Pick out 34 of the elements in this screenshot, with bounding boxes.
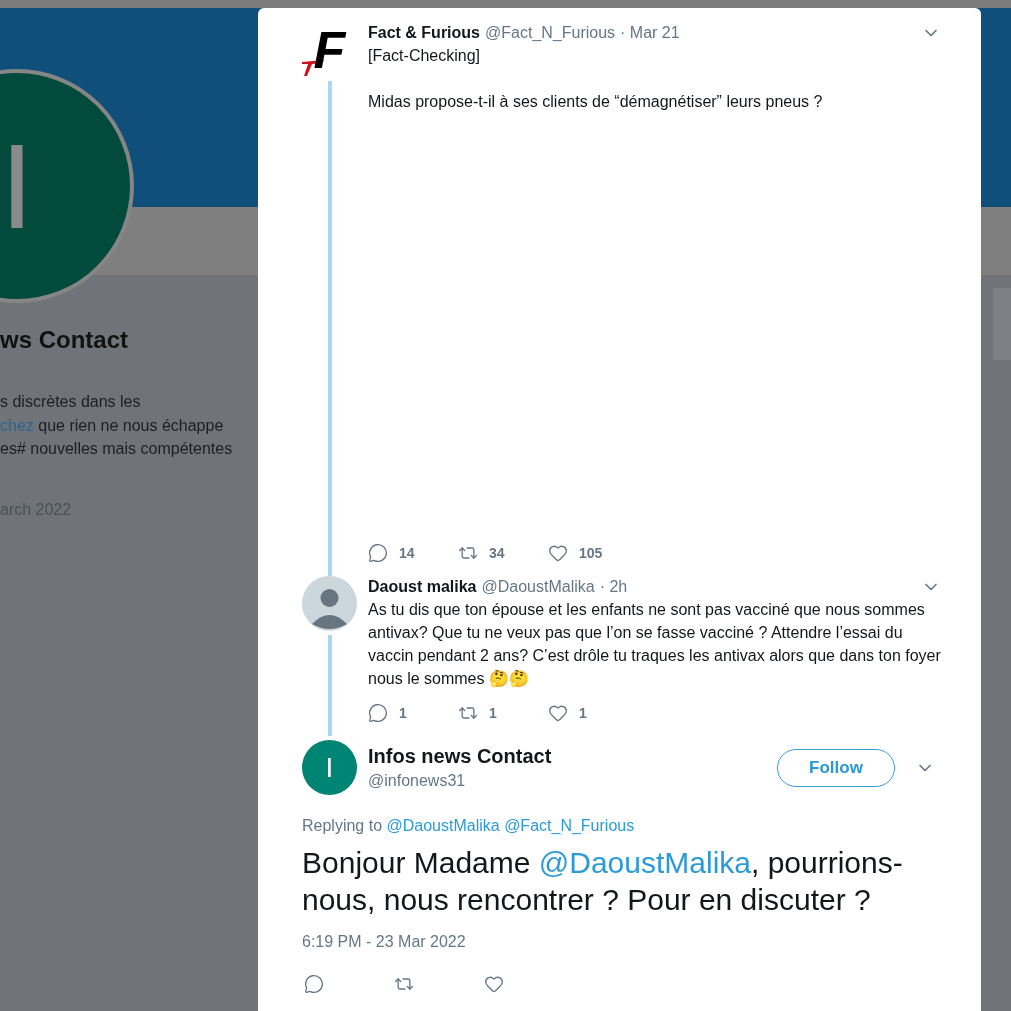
reply-icon[interactable] [368,543,388,563]
author-name[interactable]: Daoust malika [368,575,477,599]
profile-name: ws Contact [0,326,129,354]
bio-line: es# nouvelles mais compétentes [0,439,234,459]
reply-icon[interactable] [368,703,388,723]
tweet-time[interactable]: · 2h [599,575,628,599]
retweet-count: 34 [489,543,505,563]
retweet-count: 1 [489,703,497,723]
like-icon[interactable] [484,974,504,994]
tweet-text: Midas propose-t-il à ses clients de “démagnétiser” leurs pneus ? [368,92,824,112]
reply-count: 1 [399,703,407,723]
like-count: 105 [579,543,603,563]
replying-to: Replying to @DaoustMalika @Fact_N_Furious [302,816,636,836]
main-tweet-text: Bonjour Madame @DaoustMalika, pourrions-nous, nous rencontrer ? Pour en discuter ? [302,845,904,918]
author-name[interactable]: Fact & Furious [368,21,480,45]
like-icon[interactable] [548,543,568,563]
like-icon[interactable] [548,703,568,723]
reply-count: 14 [399,543,415,563]
tweet-timestamp[interactable]: 6:19 PM - 23 Mar 2022 [302,930,937,954]
reply-icon[interactable] [304,974,324,994]
bio-line: s discrètes dans les [0,392,142,412]
author-handle[interactable]: @DaoustMalika [481,575,595,599]
author-avatar[interactable]: I [302,740,357,795]
author-handle[interactable]: @infonews31 [368,768,777,793]
mention-link[interactable]: @DaoustMalika [386,817,500,834]
tweet-text: [Fact-Checking] [368,46,482,66]
author-name[interactable]: Infos news Contact [368,742,777,769]
like-count: 1 [579,703,587,723]
mention-link[interactable]: @Fact_N_Furious [504,817,635,834]
mention-link[interactable]: @DaoustMalika [538,846,751,879]
default-avatar[interactable] [302,576,357,631]
tweet-text: As tu dis que ton épouse et les enfants ne sont pas vacciné que nous sommes antivax? Que tu ne veux pas que l’on se fasse vacciné ? Attendre l’essai du vaccin pendant 2 ans? C’est drôle tu traques les antivax alors que dans ton foyer nous le sommes 🤔🤔 [368,600,942,689]
tweet-time[interactable]: · Mar 21 [620,21,680,45]
author-handle[interactable]: @Fact_N_Furious [485,21,616,45]
